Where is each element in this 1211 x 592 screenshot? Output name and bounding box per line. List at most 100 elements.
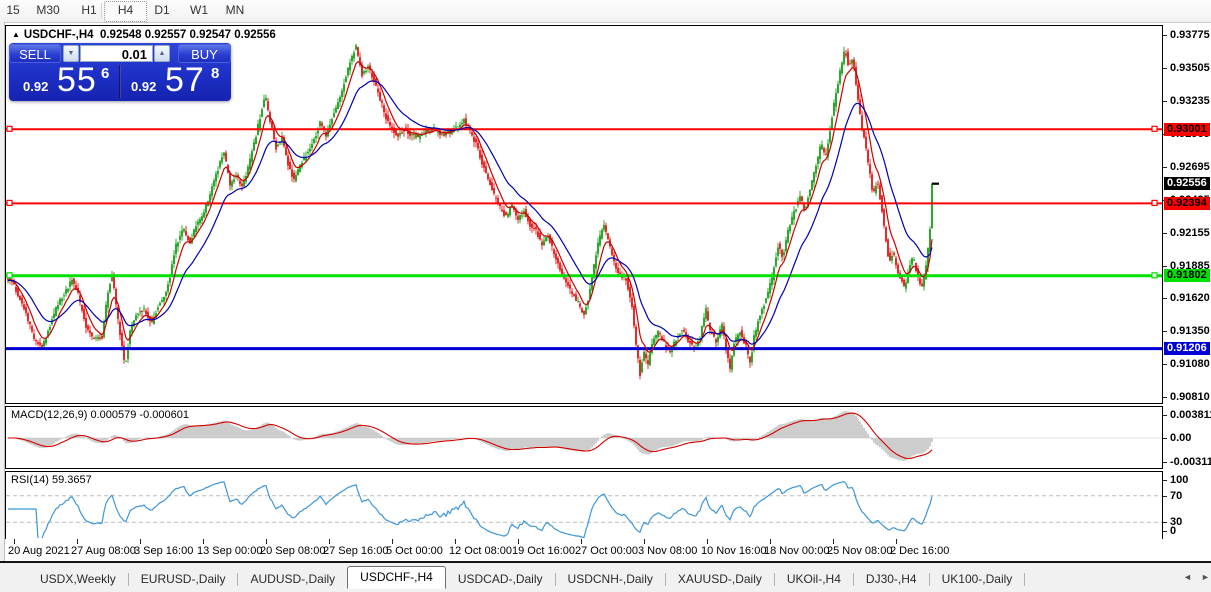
chart-tab-eurusd-daily[interactable]: EURUSD-,Daily: [129, 570, 238, 589]
price-tick-label: 0.93235: [1170, 94, 1210, 107]
sell-price-display[interactable]: 0.92 55 6: [9, 61, 119, 100]
macd-scale-label: -0.003115: [1170, 455, 1211, 468]
date-tick: [77, 539, 78, 544]
macd-scale-label: 0.00: [1170, 431, 1192, 444]
date-label: 3 Nov 08:00: [638, 545, 698, 557]
macd-values: 0.000579 -0.000601: [90, 409, 189, 421]
buy-price-small: 0.92: [131, 79, 157, 94]
price-tick-dash: [1163, 100, 1167, 102]
rsi-scale-label: 0: [1170, 524, 1177, 537]
date-label: 3 Sep 16:00: [134, 545, 194, 557]
chart-ohlc-values: 0.92548 0.92557 0.92547 0.92556: [99, 29, 276, 41]
price-tick-dash: [1163, 364, 1167, 365]
collapse-icon[interactable]: ▲: [12, 30, 20, 39]
rsi-name: RSI(14): [11, 474, 49, 486]
date-label: 12 Oct 08:00: [449, 545, 512, 557]
macd-tick-dash: [1163, 461, 1167, 463]
price-tick-dash: [1163, 396, 1167, 398]
date-tick: [14, 539, 15, 544]
rsi-chart: [6, 480, 1162, 538]
price-tag-line[interactable]: 0.92394: [1164, 196, 1210, 210]
date-tick: [329, 539, 330, 544]
rsi-value: 59.3657: [51, 474, 92, 486]
date-label: 5 Oct 00:00: [386, 545, 443, 557]
sell-price-sup: 6: [101, 65, 110, 82]
date-label: 27 Oct 00:00: [575, 545, 638, 557]
price-tick-label: 0.92155: [1170, 226, 1210, 239]
date-tick: [770, 539, 771, 544]
buy-price-sup: 8: [211, 65, 220, 82]
date-tick: [644, 539, 645, 544]
chart-tab-usdcnh-daily[interactable]: USDCNH-,Daily: [556, 570, 665, 589]
date-label: 13 Sep 00:00: [197, 545, 263, 557]
chart-tab-usdcad-daily[interactable]: USDCAD-,Daily: [446, 570, 555, 589]
chart-tab-ukoil-h4[interactable]: UKOil-,H4: [775, 570, 853, 589]
sell-price-small: 0.92: [23, 79, 49, 94]
sell-price-big: 55: [57, 61, 97, 99]
price-tick-label: 0.91620: [1170, 292, 1210, 305]
date-tick: [266, 539, 267, 544]
price-tag-line[interactable]: 0.93001: [1164, 122, 1210, 136]
volume-input[interactable]: 0.01: [80, 45, 153, 62]
price-tag-line[interactable]: 0.91206: [1164, 342, 1210, 356]
toolbar-separator: [101, 3, 102, 18]
macd-name: MACD(12,26,9): [11, 409, 88, 421]
price-tick-label: 0.93505: [1170, 61, 1210, 74]
price-tick-dash: [1163, 265, 1167, 267]
date-tick: [518, 539, 519, 544]
price-chart-panel: ▲ USDCHF-,H4 0.92548 0.92557 0.92547 0.92…: [5, 25, 1163, 404]
date-tick: [455, 539, 456, 544]
chart-tab-dj30-h4[interactable]: DJ30-,H4: [854, 570, 929, 589]
date-label: 2 Dec 16:00: [890, 545, 950, 557]
date-tick: [581, 539, 582, 544]
date-tick: [896, 539, 897, 544]
spinner-down-icon: ▼: [67, 50, 75, 57]
price-tag-line[interactable]: 0.91802: [1164, 269, 1210, 283]
date-label: 18 Nov 00:00: [764, 545, 830, 557]
price-tick-label: 0.92695: [1170, 160, 1210, 173]
chart-tab-usdchf-h4[interactable]: USDCHF-,H4: [347, 566, 446, 589]
price-tick-label: 0.90810: [1170, 390, 1210, 403]
rsi-scale-label: 100: [1170, 474, 1189, 486]
macd-tick-dash: [1163, 414, 1167, 416]
mt4-terminal: 15 M30 H1 H4 D1 W1 MN ▲ USDCHF-,H4 0.92548 0.92…: [0, 0, 1211, 592]
chart-symbol-label: USDCHF-,H4: [23, 29, 94, 41]
chart-tabs: USDX,Weekly EURUSD-,Daily AUDUSD-,Daily USD…: [28, 566, 1026, 589]
date-tick: [203, 539, 204, 544]
tab-scroll-left-icon[interactable]: ◄: [1183, 572, 1192, 582]
macd-label: MACD(12,26,9) 0.000579 -0.000601: [11, 409, 189, 421]
macd-scale-label: 0.003811: [1170, 408, 1211, 421]
tab-divider: [1024, 573, 1026, 586]
price-axis: 0.937750.935050.932350.929650.926950.924…: [1163, 25, 1211, 542]
price-tick-dash: [1163, 331, 1167, 332]
date-tick: [392, 539, 393, 544]
chart-tab-usdx-weekly[interactable]: USDX,Weekly: [28, 570, 128, 589]
price-tick-dash: [1163, 232, 1167, 234]
date-label: 20 Sep 08:00: [260, 545, 326, 557]
date-axis: 20 Aug 2021 27 Aug 08:00 3 Sep 16:00 13 Sep…: [5, 539, 1163, 561]
rsi-panel: RSI(14) 59.3657: [5, 471, 1163, 541]
price-tag-current[interactable]: 0.92556: [1164, 177, 1210, 191]
chart-tab-xauusd-daily[interactable]: XAUUSD-,Daily: [666, 570, 774, 589]
date-label: 27 Aug 08:00: [71, 545, 136, 557]
chart-tab-uk100-daily[interactable]: UK100-,Daily: [930, 570, 1025, 589]
chart-tab-audusd-daily[interactable]: AUDUSD-,Daily: [238, 570, 347, 589]
sell-button[interactable]: SELL: [9, 44, 61, 63]
buy-price-display[interactable]: 0.92 57 8: [121, 61, 231, 100]
timeframe-toolbar: 15 M30 H1 H4 D1 W1 MN: [0, 0, 1211, 23]
one-click-trading-panel: SELL ▼ 0.01 ▲ BUY 0.92 55 6 0.92 57 8: [9, 43, 231, 101]
rsi-tick-dash: [1163, 522, 1167, 523]
tab-scroll-right-icon[interactable]: ►: [1201, 572, 1210, 582]
price-tick-label: 0.93775: [1170, 28, 1210, 41]
price-tick-label: 0.91350: [1170, 325, 1210, 337]
rsi-tick-dash: [1163, 480, 1167, 481]
date-tick: [707, 539, 708, 544]
rsi-tick-dash: [1163, 495, 1167, 497]
volume-decrease-button[interactable]: ▼: [63, 45, 79, 62]
timeframe-button-mn[interactable]: MN: [211, 1, 259, 20]
date-tick: [833, 539, 834, 544]
date-label: 19 Oct 16:00: [512, 545, 575, 557]
chart-title: ▲ USDCHF-,H4 0.92548 0.92557 0.92547 0.92…: [12, 29, 276, 41]
volume-increase-button[interactable]: ▲: [154, 45, 170, 62]
chart-tab-bar: USDX,Weekly EURUSD-,Daily AUDUSD-,Daily USD…: [0, 561, 1211, 592]
